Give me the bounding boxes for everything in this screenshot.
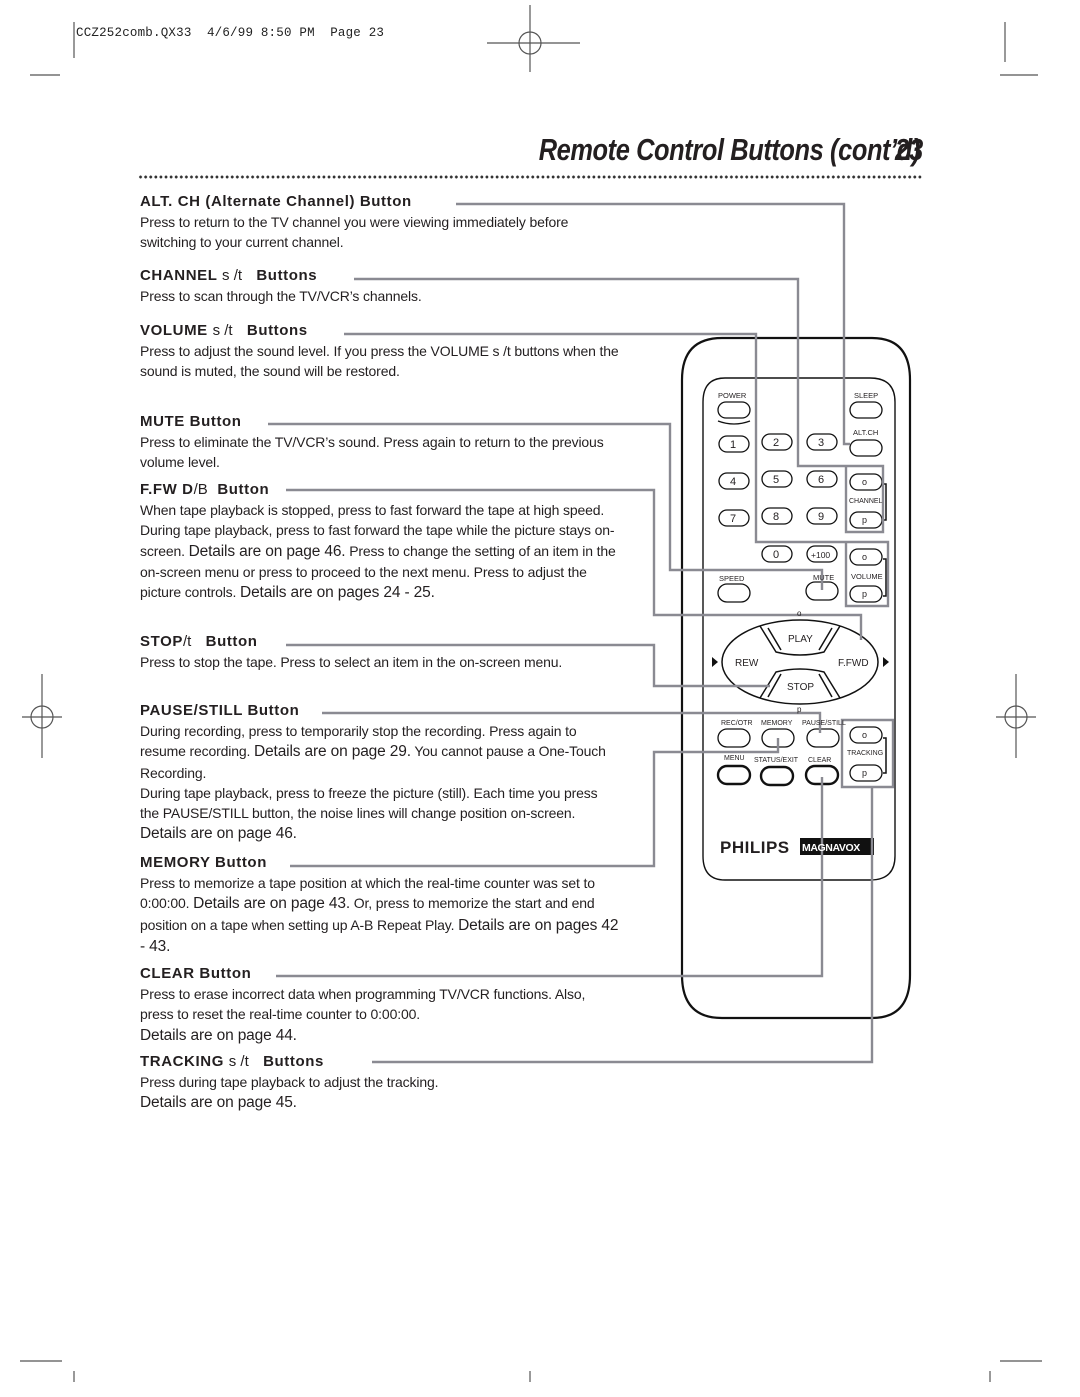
- mute-label: MUTE: [813, 573, 834, 582]
- up-arrow-glyph: o: [797, 609, 802, 618]
- sleep-button[interactable]: [849, 401, 883, 419]
- ffwd-label: F.FWD: [838, 658, 869, 669]
- leader-memory: [290, 738, 780, 868]
- status-exit-label: STATUS/EXIT: [754, 757, 799, 764]
- leader-stop: [286, 643, 770, 688]
- power-button[interactable]: [717, 401, 751, 419]
- volume-up-glyph: o: [862, 552, 867, 562]
- clear-label: CLEAR: [808, 757, 831, 764]
- sleep-label: SLEEP: [854, 391, 878, 400]
- rew-arrow-icon: [712, 657, 718, 667]
- philips-logo: PHILIPS: [720, 838, 790, 857]
- power-button-underline: [717, 420, 751, 425]
- number-key-8-label: 8: [773, 511, 779, 523]
- leader-alt-ch: [456, 202, 850, 446]
- number-key-1-label: 1: [730, 439, 736, 451]
- leader-channel: [354, 277, 885, 534]
- number-key-3-label: 3: [818, 437, 824, 449]
- pause-still-button[interactable]: [806, 728, 840, 748]
- alt-ch-button[interactable]: [849, 439, 883, 457]
- play-label: PLAY: [788, 634, 813, 645]
- number-key-0-label: 0: [773, 549, 779, 561]
- magnavox-logo: MAGNAVOX: [802, 842, 860, 854]
- rec-otr-label: REC/OTR: [721, 720, 753, 727]
- channel-up-glyph: o: [862, 477, 867, 487]
- volume-down-glyph: p: [862, 589, 867, 599]
- number-key-6-label: 6: [818, 474, 824, 486]
- number-key-4-label: 4: [730, 476, 736, 488]
- volume-bracket: [883, 558, 887, 597]
- number-key-7-label: 7: [730, 513, 736, 525]
- memory-label: MEMORY: [761, 720, 793, 727]
- rew-label: REW: [735, 658, 759, 669]
- number-key-5-label: 5: [773, 474, 779, 486]
- number-key-9-label: 9: [818, 511, 824, 523]
- tracking-down-glyph: p: [862, 768, 867, 778]
- menu-button[interactable]: [716, 764, 752, 786]
- status-exit-button[interactable]: [759, 765, 795, 787]
- speed-button[interactable]: [717, 583, 751, 603]
- down-arrow-glyph: p: [797, 705, 802, 714]
- alt-ch-label: ALT.CH: [853, 428, 878, 437]
- volume-label: VOLUME: [851, 572, 883, 581]
- speed-label: SPEED: [719, 574, 745, 583]
- channel-label: CHANNEL: [849, 498, 883, 505]
- tracking-bracket: [883, 737, 887, 774]
- leader-clear: [276, 777, 824, 978]
- pause-still-label: PAUSE/STILL: [802, 720, 846, 727]
- tracking-label: TRACKING: [847, 750, 883, 757]
- ffwd-arrow-icon: [883, 657, 889, 667]
- number-key-100-label: +100: [811, 550, 830, 560]
- power-label: POWER: [718, 391, 747, 400]
- remote-illustration: POWER SLEEP ALT.CH CHANNEL VOLUME SPEED …: [268, 202, 912, 1064]
- menu-label: MENU: [724, 755, 745, 762]
- rec-otr-button[interactable]: [717, 728, 751, 748]
- stop-label: STOP: [787, 682, 814, 693]
- number-key-2-label: 2: [773, 437, 779, 449]
- tracking-up-glyph: o: [862, 730, 867, 740]
- leader-volume: [344, 332, 890, 608]
- channel-down-glyph: p: [862, 515, 867, 525]
